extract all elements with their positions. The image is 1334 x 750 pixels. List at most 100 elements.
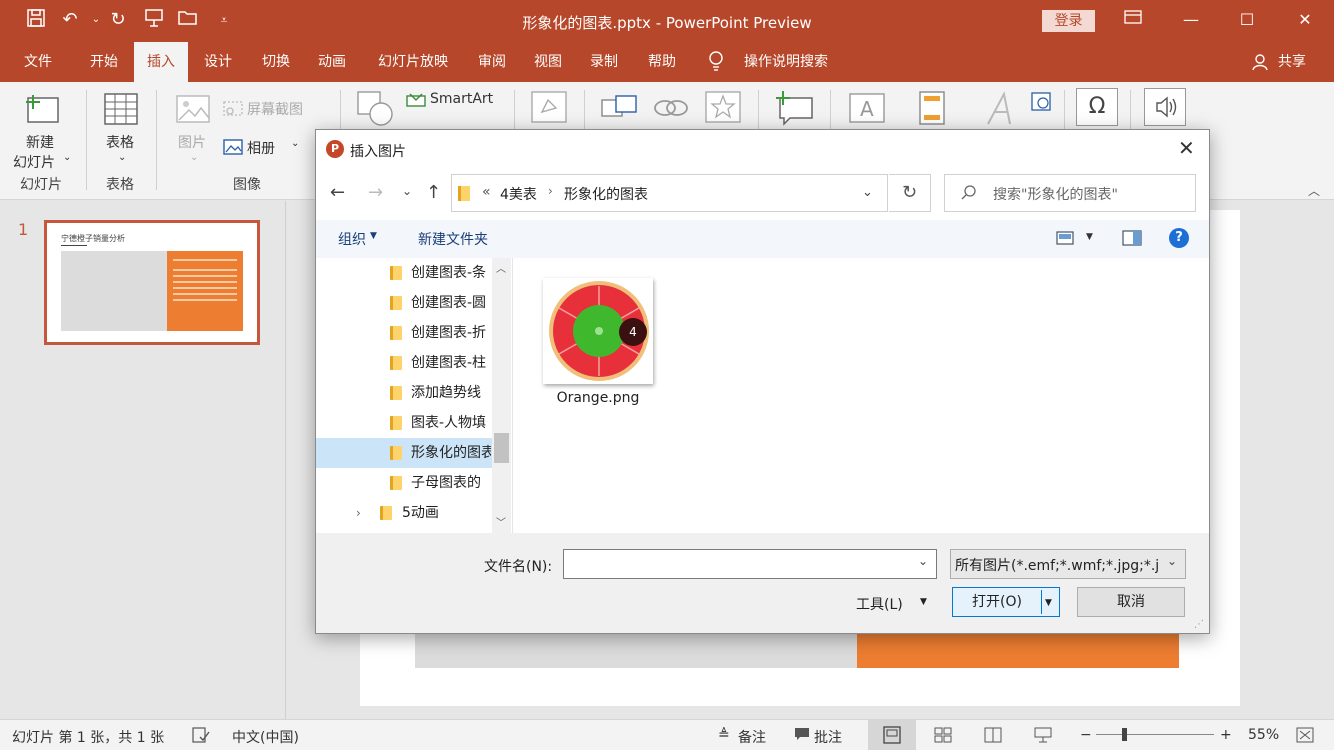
smartart-label[interactable]: SmartArt [430, 91, 493, 107]
scroll-up-icon[interactable]: ︿ [496, 260, 506, 275]
comment-icon[interactable] [774, 90, 814, 126]
search-input[interactable]: 搜索"形象化的图表" [944, 174, 1196, 212]
view-options-icon[interactable] [1056, 230, 1076, 250]
tab-file[interactable]: 文件 [12, 42, 64, 82]
picture-icon[interactable] [175, 94, 211, 124]
login-button[interactable]: 登录 [1042, 10, 1095, 32]
slide-thumbnail[interactable]: 宁德橙子销量分析 [44, 220, 260, 345]
open-dropdown-icon[interactable]: ▼ [1045, 589, 1052, 617]
picture-label[interactable]: 图片 [178, 132, 206, 152]
tab-slideshow[interactable]: 幻灯片放映 [368, 42, 458, 82]
picture-dropdown-icon[interactable]: ⌄ [190, 152, 198, 163]
file-thumbnail[interactable]: 4 [543, 278, 653, 384]
language-status[interactable]: 中文(中国) [232, 727, 299, 747]
table-label[interactable]: 表格 [106, 132, 134, 152]
share-button[interactable]: 共享 [1272, 42, 1312, 82]
screenshot-icon[interactable] [223, 99, 243, 117]
nav-folder-item[interactable]: › 5动画 [316, 498, 492, 528]
zoom-out-icon[interactable]: − [1080, 727, 1092, 743]
filename-input[interactable]: ⌄ [563, 549, 937, 579]
tab-home[interactable]: 开始 [78, 42, 130, 82]
open-button[interactable]: 打开(O) [953, 588, 1041, 616]
link-icon[interactable] [652, 94, 690, 122]
new-slide-icon[interactable] [24, 92, 62, 124]
action-star-icon[interactable] [704, 90, 742, 124]
cancel-button[interactable]: 取消 [1077, 587, 1185, 617]
filetype-dropdown-icon[interactable]: ⌄ [1167, 554, 1178, 568]
wordart-icon[interactable] [984, 90, 1018, 126]
tab-design[interactable]: 设计 [192, 42, 244, 82]
zoom-in-icon[interactable]: + [1220, 727, 1232, 743]
table-icon[interactable] [103, 92, 139, 126]
nav-folder-item[interactable]: 创建图表-条 [316, 258, 492, 288]
notes-icon[interactable]: ≜ [718, 727, 730, 743]
breadcrumb-prefix[interactable]: « [482, 184, 491, 200]
refresh-button[interactable]: ↻ [889, 174, 931, 212]
filename-dropdown-icon[interactable]: ⌄ [918, 554, 928, 568]
fit-to-window-icon[interactable] [1296, 727, 1314, 747]
nav-folder-item-selected[interactable]: 形象化的图表 [316, 438, 492, 468]
dialog-close-icon[interactable]: ✕ [1178, 136, 1195, 160]
album-label[interactable]: 相册 [247, 138, 275, 158]
scroll-down-icon[interactable]: ﹀ [496, 514, 506, 529]
header-footer-icon[interactable] [918, 90, 946, 126]
maximize-icon[interactable]: ☐ [1232, 8, 1262, 32]
collapse-ribbon-icon[interactable]: ︿ [1308, 182, 1320, 199]
nav-folder-item[interactable]: 创建图表-圆 [316, 288, 492, 318]
scrollbar-thumb[interactable] [494, 433, 509, 463]
tab-animations[interactable]: 动画 [306, 42, 358, 82]
notes-button[interactable]: 备注 [738, 727, 766, 747]
date-time-icon[interactable] [1030, 90, 1052, 112]
nav-folder-item[interactable]: 添加趋势线 [316, 378, 492, 408]
tell-me-search[interactable]: 操作说明搜索 [736, 42, 836, 82]
share-user-icon[interactable] [1250, 42, 1272, 82]
tab-help[interactable]: 帮助 [636, 42, 688, 82]
new-slide-label-2[interactable]: 幻灯片 [13, 152, 55, 172]
tab-record[interactable]: 录制 [578, 42, 630, 82]
organize-button[interactable]: 组织 [338, 229, 366, 249]
album-icon[interactable] [223, 138, 243, 156]
album-dropdown-icon[interactable]: ⌄ [291, 138, 299, 149]
slide-sorter-icon[interactable] [934, 727, 952, 747]
recent-locations-icon[interactable]: ⌄ [402, 184, 412, 198]
accessibility-icon[interactable] [192, 727, 210, 747]
tools-button[interactable]: 工具(L) [856, 594, 903, 614]
tab-review[interactable]: 审阅 [466, 42, 518, 82]
nav-folder-item[interactable]: 创建图表-柱 [316, 348, 492, 378]
comments-button[interactable]: 批注 [814, 727, 842, 747]
zoom-level[interactable]: 55% [1248, 727, 1279, 743]
new-slide-dropdown-icon[interactable]: ⌄ [63, 152, 71, 163]
filetype-select[interactable]: 所有图片(*.emf;*.wmf;*.jpg;*.j ⌄ [950, 549, 1186, 579]
back-arrow-icon[interactable]: ← [330, 182, 345, 203]
file-name-label[interactable]: Orange.png [543, 390, 653, 406]
help-icon[interactable]: ? [1169, 228, 1189, 248]
nav-folder-item[interactable]: 创建图表-折 [316, 318, 492, 348]
tab-transitions[interactable]: 切换 [250, 42, 302, 82]
nav-folder-item[interactable]: 子母图表的 [316, 468, 492, 498]
tab-insert[interactable]: 插入 [134, 42, 188, 82]
icons-icon[interactable] [530, 90, 568, 124]
up-arrow-icon[interactable]: ↑ [426, 182, 441, 203]
breadcrumb-item[interactable]: 形象化的图表 [564, 184, 648, 204]
audio-icon[interactable] [1144, 88, 1186, 126]
symbol-omega-icon[interactable]: Ω [1076, 88, 1118, 126]
comments-icon[interactable] [794, 727, 810, 745]
minimize-icon[interactable]: — [1176, 8, 1206, 32]
navigation-scrollbar[interactable]: ︿ ﹀ [492, 258, 511, 533]
nav-folder-item[interactable]: 图表-人物填 [316, 408, 492, 438]
zoom-slider-thumb[interactable] [1122, 728, 1127, 741]
new-folder-button[interactable]: 新建文件夹 [418, 229, 488, 249]
preview-pane-icon[interactable] [1122, 230, 1142, 250]
open-button-group[interactable]: 打开(O) ▼ [952, 587, 1060, 617]
screenshot-label[interactable]: 屏幕截图 [247, 99, 303, 119]
expand-chevron-icon[interactable]: › [356, 498, 361, 528]
shapes-icon[interactable] [356, 90, 394, 126]
organize-dropdown-icon[interactable]: ▼ [370, 231, 377, 241]
table-dropdown-icon[interactable]: ⌄ [118, 152, 126, 163]
address-bar[interactable]: « 4美表 › 形象化的图表 ⌄ [451, 174, 888, 212]
zoom-slider-track[interactable] [1096, 734, 1214, 735]
forward-arrow-icon[interactable]: → [368, 182, 383, 203]
tab-view[interactable]: 视图 [522, 42, 574, 82]
slideshow-icon[interactable] [1034, 727, 1052, 747]
resize-grip-icon[interactable]: ⋰ [1194, 619, 1204, 630]
